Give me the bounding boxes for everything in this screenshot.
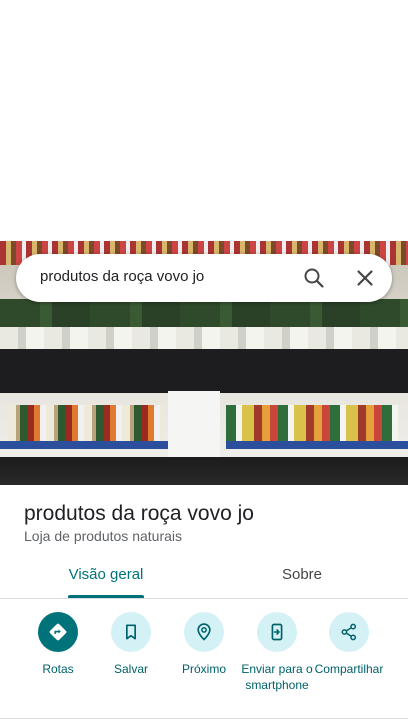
place-title: produtos da roça vovo jo bbox=[24, 502, 254, 525]
send-to-phone-label: Enviar para o smartphone bbox=[241, 662, 313, 692]
photo-left-shelf bbox=[0, 441, 168, 449]
share-button[interactable]: Compartilhar bbox=[310, 612, 388, 677]
place-category[interactable]: Loja de produtos naturais bbox=[24, 528, 182, 544]
bookmark-icon bbox=[111, 612, 151, 652]
photo-right-shelf bbox=[226, 441, 408, 449]
photo-bags bbox=[0, 327, 408, 349]
photo-left-products bbox=[8, 405, 164, 441]
bottom-divider bbox=[0, 718, 408, 719]
photo-floor bbox=[0, 457, 408, 485]
nearby-icon bbox=[184, 612, 224, 652]
search-icon[interactable] bbox=[302, 266, 326, 290]
nearby-button[interactable]: Próximo bbox=[164, 612, 244, 677]
save-button[interactable]: Salvar bbox=[91, 612, 171, 677]
photo-shelf-beam bbox=[0, 349, 408, 393]
send-to-phone-icon bbox=[257, 612, 297, 652]
tab-overview[interactable]: Visão geral bbox=[56, 566, 156, 598]
search-bar[interactable]: produtos da roça vovo jo bbox=[16, 254, 392, 302]
save-label: Salvar bbox=[113, 662, 148, 676]
tab-divider bbox=[0, 598, 408, 599]
send-to-phone-button[interactable]: Enviar para o smartphone bbox=[237, 612, 317, 693]
nearby-label: Próximo bbox=[181, 662, 226, 676]
share-label: Compartilhar bbox=[314, 662, 384, 676]
directions-label: Rotas bbox=[42, 662, 74, 676]
share-icon bbox=[329, 612, 369, 652]
directions-icon bbox=[38, 612, 78, 652]
tab-about[interactable]: Sobre bbox=[252, 566, 352, 598]
photo-right-products bbox=[226, 405, 398, 441]
directions-button[interactable]: Rotas bbox=[18, 612, 98, 677]
close-icon[interactable] bbox=[353, 266, 377, 290]
search-input[interactable]: produtos da roça vovo jo bbox=[40, 268, 204, 285]
